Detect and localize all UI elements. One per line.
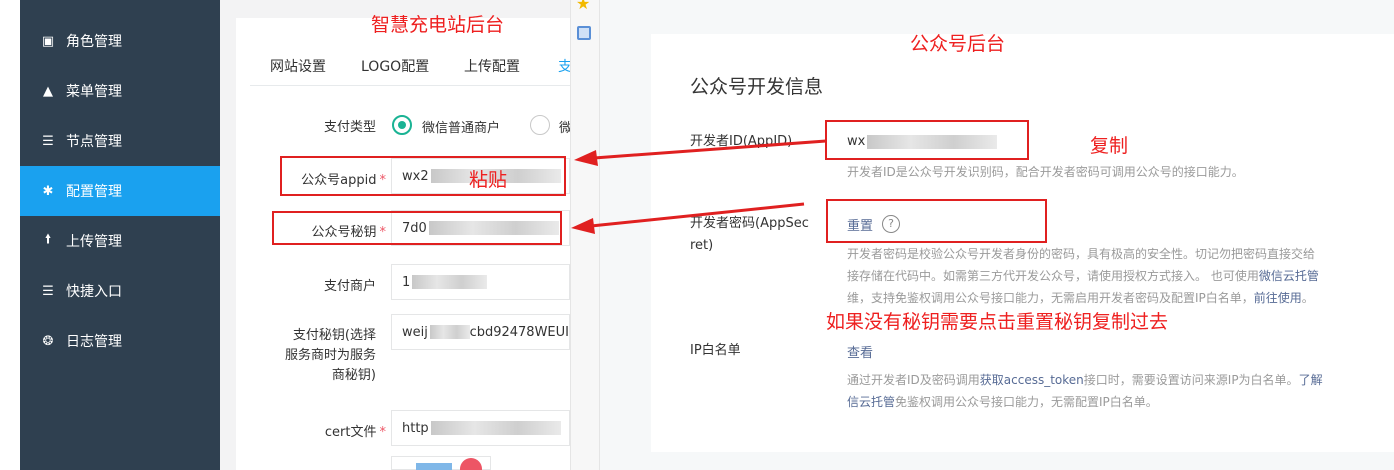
annotation-wechat-title: 公众号后台 [910,33,1006,55]
arrow-appid [593,139,827,160]
arrow-head [571,218,595,234]
annotation-reset-hint: 如果没有秘钥需要点击重置秘钥复制过去 [826,311,1169,333]
annotation-arrows [571,139,827,234]
annotation-admin-title: 智慧充电站后台 [371,14,505,36]
arrow-head [574,150,598,166]
arrow-secret [590,202,805,228]
annotation-paste: 粘贴 [469,169,508,191]
annotation-copy: 复制 [1090,135,1129,157]
